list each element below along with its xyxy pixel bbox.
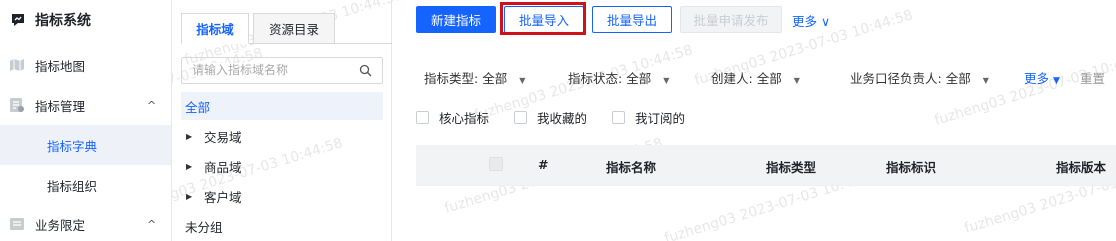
batch-publish-request-button[interactable]: 批量申请发布 [680,6,782,33]
reset-filters-button[interactable]: 重置 [1080,68,1105,87]
select-all-checkbox[interactable] [489,157,503,171]
filter-label: 指标类型: [424,71,479,86]
sidebar-item-metric-organization[interactable]: 指标组织 [0,165,171,205]
search-icon[interactable] [359,64,372,77]
filter-value: 全部 [945,71,971,86]
column-header-metric-id[interactable]: 指标标识 [886,157,936,176]
map-icon [10,59,24,71]
more-actions-dropdown[interactable]: 更多 ∨ [792,11,830,30]
domain-search [181,57,383,84]
filter-creator[interactable]: 创建人: 全部 ▼ [711,68,800,87]
tree-item-label: 全部 [185,99,211,115]
batch-export-button[interactable]: 批量导出 [592,6,672,33]
sidebar-item-label: 指标地图 [35,58,86,74]
metrics-system-app: fuzheng03 2023-07-03 10:44:58 fuzheng03 … [0,0,1116,241]
column-header-metric-name[interactable]: 指标名称 [606,157,656,176]
checkbox-label: 我收藏的 [537,111,588,126]
sidebar-item-business-qualifier[interactable]: 业务限定 ^ [0,204,171,241]
expand-caret-icon[interactable]: ▶ [186,192,192,201]
caret-down-icon: ▼ [982,76,989,85]
filter-metric-type[interactable]: 指标类型: 全部 ▼ [424,68,525,87]
domain-panel: 指标域 资源目录 全部 ▶ 交易域 ▶ 商品域 ▶ 客户域 未分组 [172,0,392,241]
filter-label: 创建人: [711,71,753,86]
main-content: 新建指标 批量导入 批量导出 批量申请发布 更多 ∨ 指标类型: 全部 ▼ 指标… [392,0,1116,241]
app-brand[interactable]: 指标系统 [10,10,91,30]
tree-item-label: 商品域 [204,159,242,175]
tree-item-product-domain[interactable]: ▶ 商品域 [181,152,383,180]
filter-more-label: 更多 [1024,71,1050,86]
checkbox-my-favorites[interactable]: 我收藏的 [514,108,587,127]
table-divider [416,185,1116,186]
table-header: # 指标名称 指标类型 指标标识 指标版本 [416,145,1116,185]
caret-down-icon: ▼ [663,76,670,85]
sidebar-item-label: 指标组织 [47,178,98,194]
tree-item-label: 未分组 [185,219,223,235]
sidebar-item-metric-dictionary[interactable]: 指标字典 [0,125,171,165]
checkbox[interactable] [514,111,527,124]
checkbox-my-subscriptions[interactable]: 我订阅的 [612,108,685,127]
tree-item-ungrouped[interactable]: 未分组 [181,212,383,240]
new-metric-button[interactable]: 新建指标 [416,6,496,33]
metric-management-icon [10,98,24,112]
filter-label: 指标状态: [568,71,623,86]
checkbox-label: 我订阅的 [635,111,686,126]
sidebar-item-metric-management[interactable]: 指标管理 ^ [0,85,171,125]
domain-search-input[interactable] [192,63,352,77]
filter-bar: 指标类型: 全部 ▼ 指标状态: 全部 ▼ 创建人: 全部 ▼ 业务口径负责人:… [392,64,1116,86]
caret-down-icon: ▼ [1053,76,1060,86]
filter-value: 全部 [626,71,652,86]
checkbox-core-metrics[interactable]: 核心指标 [416,108,489,127]
checkbox-label: 核心指标 [439,111,490,126]
app-title: 指标系统 [35,13,91,29]
expand-caret-icon[interactable]: ▶ [186,162,192,171]
tree-item-customer-domain[interactable]: ▶ 客户域 [181,182,383,210]
sidebar-item-metric-map[interactable]: 指标地图 [0,45,171,85]
filter-value: 全部 [482,71,508,86]
sidebar-item-label: 业务限定 [35,217,86,233]
tree-item-all[interactable]: 全部 [181,92,383,120]
tab-resource-catalog[interactable]: 资源目录 [253,13,335,44]
column-header-metric-type[interactable]: 指标类型 [766,157,816,176]
sidebar-item-label: 指标字典 [47,138,98,154]
chevron-up-icon[interactable]: ^ [147,99,156,112]
column-header-metric-version[interactable]: 指标版本 [1056,157,1106,176]
tab-metric-domain[interactable]: 指标域 [181,13,249,44]
tree-item-label: 客户域 [204,189,242,205]
column-header-index: # [538,157,549,172]
filter-value: 全部 [756,71,782,86]
checkbox[interactable] [416,111,429,124]
business-qualifier-icon [10,218,24,230]
filter-metric-status[interactable]: 指标状态: 全部 ▼ [568,68,669,87]
tree-item-trade-domain[interactable]: ▶ 交易域 [181,122,383,150]
filter-business-owner[interactable]: 业务口径负责人: 全部 ▼ [850,68,989,87]
expand-caret-icon[interactable]: ▶ [186,132,192,141]
sidebar: 指标系统 指标地图 指标管理 ^ 指标字典 指标组织 业务限定 ^ [0,0,172,241]
tree-item-label: 交易域 [204,129,242,145]
filter-label: 业务口径负责人: [850,71,942,86]
chat-logo-icon [12,14,24,26]
caret-down-icon: ▼ [519,76,526,85]
sidebar-item-label: 指标管理 [35,98,86,114]
checkbox[interactable] [612,111,625,124]
chevron-up-icon[interactable]: ^ [147,218,156,231]
caret-down-icon: ▼ [793,76,800,85]
filter-more-dropdown[interactable]: 更多 ▼ [1024,68,1060,87]
batch-import-button[interactable]: 批量导入 [504,6,584,33]
